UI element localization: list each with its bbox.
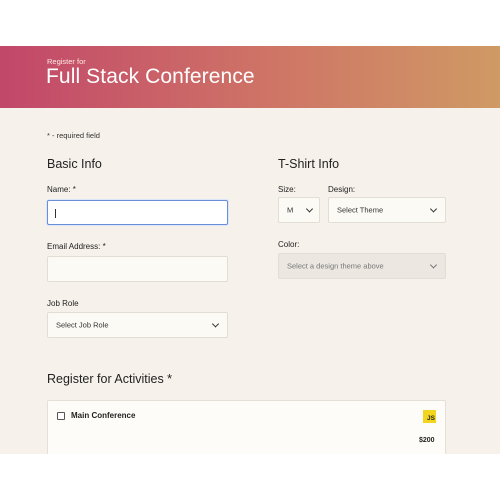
activity-price: $200: [419, 437, 435, 444]
size-select[interactable]: M: [278, 197, 320, 223]
activity-item[interactable]: Main Conference JS $200: [47, 400, 446, 454]
job-role-select[interactable]: Select Job Role: [47, 312, 228, 338]
email-label: Email Address: *: [47, 242, 106, 251]
size-value: M: [287, 205, 294, 215]
name-label: Name: *: [47, 185, 76, 194]
page-header: Register for Full Stack Conference: [0, 46, 500, 108]
activity-checkbox[interactable]: [57, 412, 65, 420]
email-field[interactable]: [47, 256, 228, 282]
page-title: Full Stack Conference: [46, 65, 255, 88]
job-role-value: Select Job Role: [56, 320, 109, 330]
size-label: Size:: [278, 185, 296, 194]
required-field-note: * - required field: [47, 131, 100, 140]
name-field[interactable]: [47, 200, 228, 225]
design-label: Design:: [328, 185, 356, 194]
javascript-icon: JS: [423, 410, 436, 423]
color-value: Select a design theme above: [287, 261, 384, 271]
text-caret: [55, 209, 56, 218]
job-role-label: Job Role: [47, 299, 79, 308]
design-select[interactable]: Select Theme: [328, 197, 446, 223]
chevron-down-icon: [305, 205, 314, 213]
chevron-down-icon: [211, 320, 220, 328]
color-select[interactable]: Select a design theme above: [278, 253, 446, 279]
activity-name: Main Conference: [71, 411, 136, 420]
tshirt-info-heading: T-Shirt Info: [278, 157, 340, 171]
registration-form: * - required field Basic Info Name: * Em…: [0, 108, 500, 454]
chevron-down-icon: [429, 205, 438, 213]
activities-heading: Register for Activities *: [47, 372, 173, 386]
color-label: Color:: [278, 240, 300, 249]
chevron-down-icon: [429, 261, 438, 269]
design-value: Select Theme: [337, 205, 384, 215]
basic-info-heading: Basic Info: [47, 157, 102, 171]
